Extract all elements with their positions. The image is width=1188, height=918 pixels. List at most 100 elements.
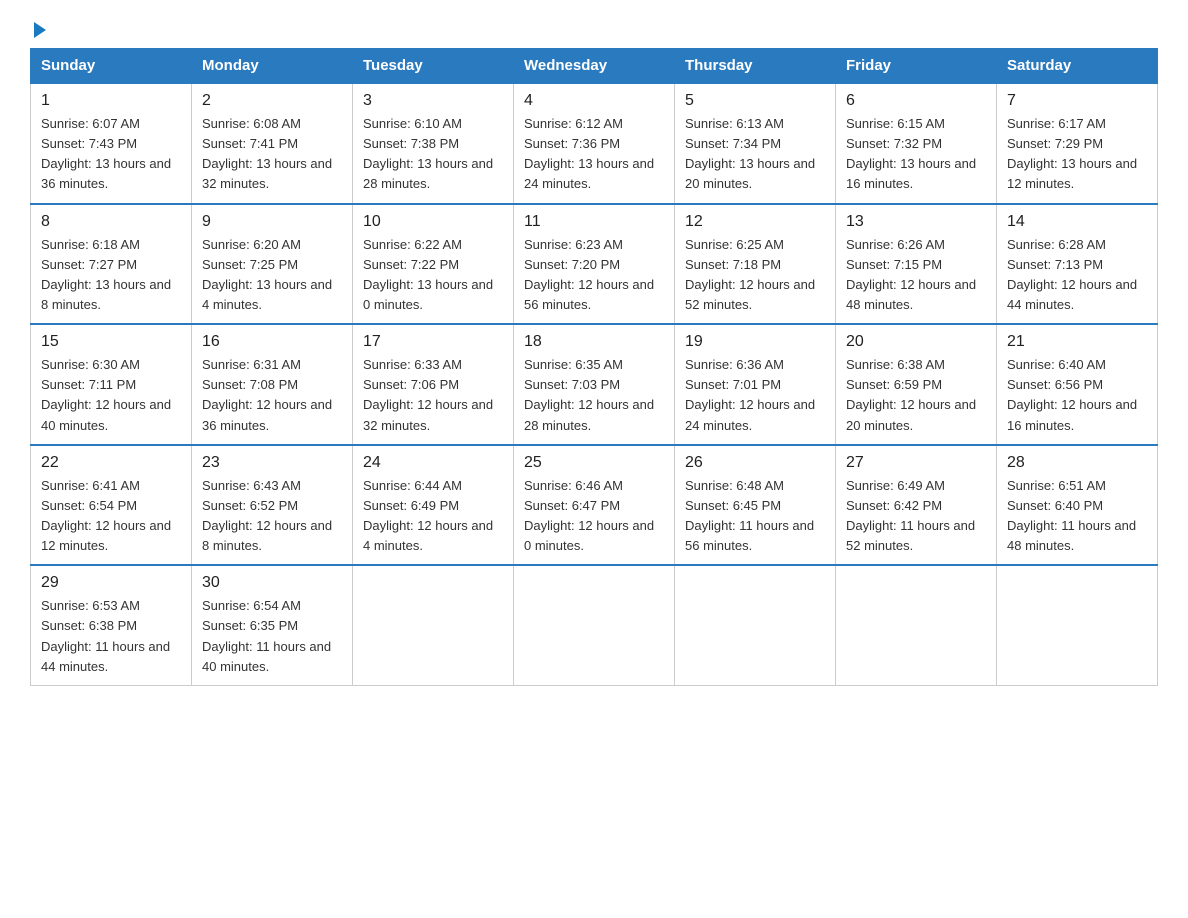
calendar-cell: 19 Sunrise: 6:36 AM Sunset: 7:01 PM Dayl… bbox=[675, 324, 836, 445]
day-number: 22 bbox=[41, 454, 181, 472]
calendar-cell: 11 Sunrise: 6:23 AM Sunset: 7:20 PM Dayl… bbox=[514, 204, 675, 325]
day-number: 4 bbox=[524, 92, 664, 110]
day-info: Sunrise: 6:13 AM Sunset: 7:34 PM Dayligh… bbox=[685, 114, 825, 195]
day-number: 8 bbox=[41, 213, 181, 231]
day-info: Sunrise: 6:26 AM Sunset: 7:15 PM Dayligh… bbox=[846, 235, 986, 316]
calendar-cell: 16 Sunrise: 6:31 AM Sunset: 7:08 PM Dayl… bbox=[192, 324, 353, 445]
day-info: Sunrise: 6:28 AM Sunset: 7:13 PM Dayligh… bbox=[1007, 235, 1147, 316]
day-info: Sunrise: 6:15 AM Sunset: 7:32 PM Dayligh… bbox=[846, 114, 986, 195]
calendar-cell: 4 Sunrise: 6:12 AM Sunset: 7:36 PM Dayli… bbox=[514, 83, 675, 204]
calendar-cell: 3 Sunrise: 6:10 AM Sunset: 7:38 PM Dayli… bbox=[353, 83, 514, 204]
day-number: 26 bbox=[685, 454, 825, 472]
day-number: 14 bbox=[1007, 213, 1147, 231]
day-number: 27 bbox=[846, 454, 986, 472]
calendar-cell bbox=[514, 565, 675, 685]
logo-arrow-icon bbox=[34, 22, 46, 38]
page-header bbox=[30, 20, 1158, 38]
week-row-5: 29 Sunrise: 6:53 AM Sunset: 6:38 PM Dayl… bbox=[31, 565, 1158, 685]
day-number: 1 bbox=[41, 92, 181, 110]
day-number: 29 bbox=[41, 574, 181, 592]
calendar-cell: 14 Sunrise: 6:28 AM Sunset: 7:13 PM Dayl… bbox=[997, 204, 1158, 325]
day-info: Sunrise: 6:49 AM Sunset: 6:42 PM Dayligh… bbox=[846, 476, 986, 557]
calendar-cell: 22 Sunrise: 6:41 AM Sunset: 6:54 PM Dayl… bbox=[31, 445, 192, 566]
calendar-cell bbox=[353, 565, 514, 685]
week-row-1: 1 Sunrise: 6:07 AM Sunset: 7:43 PM Dayli… bbox=[31, 83, 1158, 204]
day-info: Sunrise: 6:31 AM Sunset: 7:08 PM Dayligh… bbox=[202, 355, 342, 436]
calendar-cell: 18 Sunrise: 6:35 AM Sunset: 7:03 PM Dayl… bbox=[514, 324, 675, 445]
col-header-tuesday: Tuesday bbox=[353, 49, 514, 84]
day-number: 19 bbox=[685, 333, 825, 351]
calendar-cell: 12 Sunrise: 6:25 AM Sunset: 7:18 PM Dayl… bbox=[675, 204, 836, 325]
day-number: 28 bbox=[1007, 454, 1147, 472]
day-info: Sunrise: 6:30 AM Sunset: 7:11 PM Dayligh… bbox=[41, 355, 181, 436]
calendar-cell: 1 Sunrise: 6:07 AM Sunset: 7:43 PM Dayli… bbox=[31, 83, 192, 204]
calendar-cell: 26 Sunrise: 6:48 AM Sunset: 6:45 PM Dayl… bbox=[675, 445, 836, 566]
day-number: 5 bbox=[685, 92, 825, 110]
calendar-cell: 15 Sunrise: 6:30 AM Sunset: 7:11 PM Dayl… bbox=[31, 324, 192, 445]
day-info: Sunrise: 6:20 AM Sunset: 7:25 PM Dayligh… bbox=[202, 235, 342, 316]
calendar-cell: 2 Sunrise: 6:08 AM Sunset: 7:41 PM Dayli… bbox=[192, 83, 353, 204]
day-number: 10 bbox=[363, 213, 503, 231]
day-info: Sunrise: 6:44 AM Sunset: 6:49 PM Dayligh… bbox=[363, 476, 503, 557]
day-number: 7 bbox=[1007, 92, 1147, 110]
day-number: 12 bbox=[685, 213, 825, 231]
day-number: 6 bbox=[846, 92, 986, 110]
day-info: Sunrise: 6:08 AM Sunset: 7:41 PM Dayligh… bbox=[202, 114, 342, 195]
day-info: Sunrise: 6:07 AM Sunset: 7:43 PM Dayligh… bbox=[41, 114, 181, 195]
day-number: 3 bbox=[363, 92, 503, 110]
col-header-monday: Monday bbox=[192, 49, 353, 84]
calendar-cell: 8 Sunrise: 6:18 AM Sunset: 7:27 PM Dayli… bbox=[31, 204, 192, 325]
calendar-cell: 29 Sunrise: 6:53 AM Sunset: 6:38 PM Dayl… bbox=[31, 565, 192, 685]
day-info: Sunrise: 6:36 AM Sunset: 7:01 PM Dayligh… bbox=[685, 355, 825, 436]
col-header-saturday: Saturday bbox=[997, 49, 1158, 84]
day-number: 23 bbox=[202, 454, 342, 472]
calendar-cell: 17 Sunrise: 6:33 AM Sunset: 7:06 PM Dayl… bbox=[353, 324, 514, 445]
calendar-cell: 25 Sunrise: 6:46 AM Sunset: 6:47 PM Dayl… bbox=[514, 445, 675, 566]
week-row-4: 22 Sunrise: 6:41 AM Sunset: 6:54 PM Dayl… bbox=[31, 445, 1158, 566]
day-info: Sunrise: 6:54 AM Sunset: 6:35 PM Dayligh… bbox=[202, 596, 342, 677]
day-info: Sunrise: 6:35 AM Sunset: 7:03 PM Dayligh… bbox=[524, 355, 664, 436]
day-number: 20 bbox=[846, 333, 986, 351]
day-info: Sunrise: 6:53 AM Sunset: 6:38 PM Dayligh… bbox=[41, 596, 181, 677]
calendar-cell: 30 Sunrise: 6:54 AM Sunset: 6:35 PM Dayl… bbox=[192, 565, 353, 685]
day-info: Sunrise: 6:25 AM Sunset: 7:18 PM Dayligh… bbox=[685, 235, 825, 316]
day-number: 25 bbox=[524, 454, 664, 472]
week-row-2: 8 Sunrise: 6:18 AM Sunset: 7:27 PM Dayli… bbox=[31, 204, 1158, 325]
calendar-cell bbox=[836, 565, 997, 685]
day-number: 16 bbox=[202, 333, 342, 351]
calendar-cell: 28 Sunrise: 6:51 AM Sunset: 6:40 PM Dayl… bbox=[997, 445, 1158, 566]
calendar-cell: 10 Sunrise: 6:22 AM Sunset: 7:22 PM Dayl… bbox=[353, 204, 514, 325]
day-info: Sunrise: 6:38 AM Sunset: 6:59 PM Dayligh… bbox=[846, 355, 986, 436]
calendar-cell bbox=[675, 565, 836, 685]
day-number: 2 bbox=[202, 92, 342, 110]
calendar-cell: 23 Sunrise: 6:43 AM Sunset: 6:52 PM Dayl… bbox=[192, 445, 353, 566]
calendar-cell: 21 Sunrise: 6:40 AM Sunset: 6:56 PM Dayl… bbox=[997, 324, 1158, 445]
col-header-thursday: Thursday bbox=[675, 49, 836, 84]
header-row: SundayMondayTuesdayWednesdayThursdayFrid… bbox=[31, 49, 1158, 84]
day-info: Sunrise: 6:51 AM Sunset: 6:40 PM Dayligh… bbox=[1007, 476, 1147, 557]
logo-blue-text bbox=[30, 20, 46, 38]
day-number: 17 bbox=[363, 333, 503, 351]
logo bbox=[30, 20, 46, 38]
day-info: Sunrise: 6:33 AM Sunset: 7:06 PM Dayligh… bbox=[363, 355, 503, 436]
calendar-cell: 9 Sunrise: 6:20 AM Sunset: 7:25 PM Dayli… bbox=[192, 204, 353, 325]
day-info: Sunrise: 6:10 AM Sunset: 7:38 PM Dayligh… bbox=[363, 114, 503, 195]
day-info: Sunrise: 6:23 AM Sunset: 7:20 PM Dayligh… bbox=[524, 235, 664, 316]
calendar-cell: 5 Sunrise: 6:13 AM Sunset: 7:34 PM Dayli… bbox=[675, 83, 836, 204]
day-number: 24 bbox=[363, 454, 503, 472]
day-number: 15 bbox=[41, 333, 181, 351]
calendar-table: SundayMondayTuesdayWednesdayThursdayFrid… bbox=[30, 48, 1158, 686]
day-info: Sunrise: 6:12 AM Sunset: 7:36 PM Dayligh… bbox=[524, 114, 664, 195]
day-number: 9 bbox=[202, 213, 342, 231]
day-info: Sunrise: 6:41 AM Sunset: 6:54 PM Dayligh… bbox=[41, 476, 181, 557]
calendar-cell: 13 Sunrise: 6:26 AM Sunset: 7:15 PM Dayl… bbox=[836, 204, 997, 325]
col-header-friday: Friday bbox=[836, 49, 997, 84]
day-number: 21 bbox=[1007, 333, 1147, 351]
calendar-cell: 27 Sunrise: 6:49 AM Sunset: 6:42 PM Dayl… bbox=[836, 445, 997, 566]
calendar-cell: 24 Sunrise: 6:44 AM Sunset: 6:49 PM Dayl… bbox=[353, 445, 514, 566]
day-number: 11 bbox=[524, 213, 664, 231]
day-info: Sunrise: 6:46 AM Sunset: 6:47 PM Dayligh… bbox=[524, 476, 664, 557]
week-row-3: 15 Sunrise: 6:30 AM Sunset: 7:11 PM Dayl… bbox=[31, 324, 1158, 445]
day-info: Sunrise: 6:40 AM Sunset: 6:56 PM Dayligh… bbox=[1007, 355, 1147, 436]
calendar-cell: 7 Sunrise: 6:17 AM Sunset: 7:29 PM Dayli… bbox=[997, 83, 1158, 204]
